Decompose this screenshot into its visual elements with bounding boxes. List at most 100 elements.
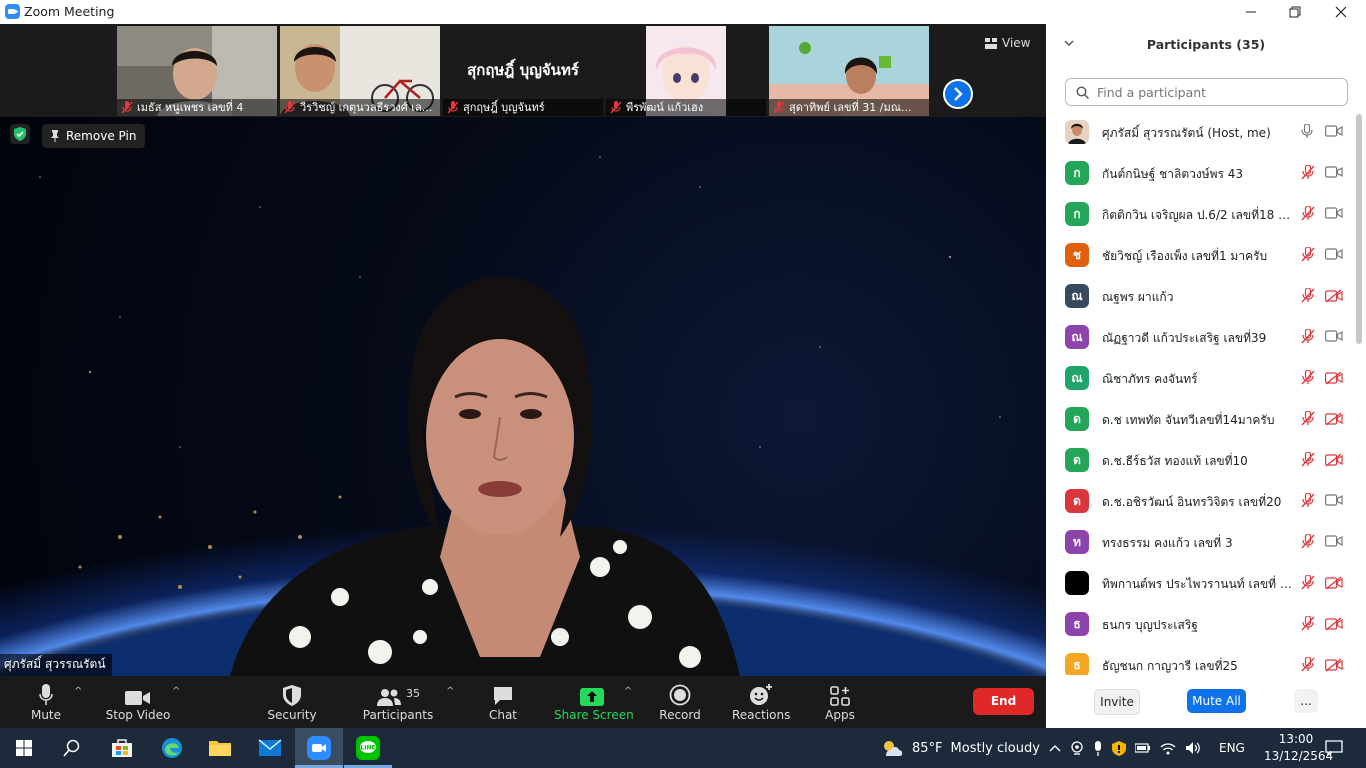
participant-row[interactable]: ณ ณัฏฐาวดี แก้วประเสริฐ เลขที่39 xyxy=(1046,316,1356,357)
participant-mic-status[interactable] xyxy=(1301,493,1315,508)
view-button[interactable]: View xyxy=(985,36,1030,50)
encryption-shield[interactable] xyxy=(10,124,30,144)
next-page-button[interactable] xyxy=(943,79,973,109)
participant-search-input[interactable] xyxy=(1095,83,1339,101)
video-options-caret[interactable]: ^ xyxy=(172,686,180,697)
participant-mic-status[interactable] xyxy=(1301,247,1315,262)
input-language[interactable]: ENG xyxy=(1219,728,1245,768)
webcam-icon[interactable] xyxy=(1070,741,1084,755)
stop-video-button[interactable]: Stop Video xyxy=(104,676,172,728)
taskbar-edge[interactable] xyxy=(148,728,196,768)
minimize-button[interactable] xyxy=(1228,0,1274,24)
participant-video-status[interactable] xyxy=(1325,535,1343,547)
participant-video-status[interactable] xyxy=(1325,125,1343,137)
taskbar-file-explorer[interactable] xyxy=(196,728,244,768)
participant-mic-status[interactable] xyxy=(1301,411,1315,426)
taskbar-clock[interactable]: 13:00 13/12/2564 xyxy=(1264,731,1333,765)
restore-button[interactable] xyxy=(1272,0,1318,24)
participant-row[interactable]: ณ ณฐพร ผาแก้ว xyxy=(1046,275,1356,316)
security-button[interactable]: Security xyxy=(262,676,322,728)
tile-display-name: สุกฤษฎิ์ บุญจันทร์ xyxy=(467,61,579,79)
participant-row[interactable]: ด ด.ช.อชิรวัฒน์ อินทรวิจิตร เลขที่20 xyxy=(1046,480,1356,521)
participant-row[interactable]: ณ ณิชาภัทร คงจันทร์ xyxy=(1046,357,1356,398)
participant-row[interactable]: ช ชัยวิชญ์ เรืองเพ็ง เลขที่1 มาครับ xyxy=(1046,234,1356,275)
participant-video-status[interactable] xyxy=(1325,207,1343,219)
participant-video-status[interactable] xyxy=(1325,658,1343,672)
tile-name: สุดาทิพย์ เลขที่ 31 /มณ... xyxy=(769,99,929,116)
taskbar-line[interactable]: LINE xyxy=(344,728,392,768)
participant-video-status[interactable] xyxy=(1325,412,1343,426)
record-button[interactable]: Record xyxy=(658,676,702,728)
share-options-caret[interactable]: ^ xyxy=(624,686,632,697)
participant-video-status[interactable] xyxy=(1325,453,1343,467)
participant-mic-status[interactable] xyxy=(1301,288,1315,303)
participant-video-status[interactable] xyxy=(1325,289,1343,303)
participant-mic-status[interactable] xyxy=(1301,452,1315,467)
participant-video-status[interactable] xyxy=(1325,494,1343,506)
participants-button[interactable]: 35 Participants xyxy=(362,676,434,728)
participant-row[interactable]: ด ด.ช เทพทัต จันทวีเลขที่14มาครับ xyxy=(1046,398,1356,439)
participant-mic-status[interactable] xyxy=(1301,534,1315,549)
participant-video-status[interactable] xyxy=(1325,617,1343,631)
notifications-button[interactable] xyxy=(1325,728,1343,768)
taskbar-zoom[interactable] xyxy=(295,728,343,768)
security-alert-icon[interactable] xyxy=(1112,740,1126,756)
gallery-tile[interactable]: สุกฤษฎิ์ บุญจันทร์ สุกฤษฎิ์ บุญจันทร์ xyxy=(443,26,603,116)
wifi-icon[interactable] xyxy=(1160,742,1176,755)
participant-row[interactable]: ทิพกานต์พร ประไพวรานนท์ เลขที่ 30... xyxy=(1046,562,1356,603)
invite-button[interactable]: Invite xyxy=(1094,689,1140,715)
gallery-tile[interactable]: พีรพัฒน์ แก้วเฮง xyxy=(606,26,766,116)
participant-row[interactable]: ธ ธนกร บุญประเสริฐ xyxy=(1046,603,1356,644)
start-button[interactable] xyxy=(0,728,48,768)
participant-mic-status[interactable] xyxy=(1301,657,1315,672)
microphone-icon[interactable] xyxy=(1093,740,1103,756)
apps-button[interactable]: Apps xyxy=(820,676,860,728)
participant-video-status[interactable] xyxy=(1325,330,1343,342)
gallery-tile[interactable]: สุดาทิพย์ เลขที่ 31 /มณ... xyxy=(769,26,929,116)
participants-options-caret[interactable]: ^ xyxy=(446,686,454,697)
remove-pin-button[interactable]: Remove Pin xyxy=(42,124,146,148)
participant-video-status[interactable] xyxy=(1325,371,1343,385)
participant-mic-status[interactable] xyxy=(1301,370,1315,385)
taskbar-store[interactable] xyxy=(98,728,146,768)
participant-row[interactable]: ศุภรัสมิ์ สุวรรณรัตน์ (Host, me) xyxy=(1046,111,1356,152)
taskbar-mail[interactable] xyxy=(246,728,294,768)
gallery-tile[interactable]: วีรวิชญ์ เกตุนวลธีรวงศ์ เล... xyxy=(280,26,440,116)
participant-mic-status[interactable] xyxy=(1301,329,1315,344)
muted-mic-icon xyxy=(1301,206,1315,221)
chevron-up-icon[interactable] xyxy=(1049,744,1061,752)
audio-options-caret[interactable]: ^ xyxy=(74,686,82,697)
gallery-tile[interactable]: เมธัส หนูเพชร เลขที่ 4 xyxy=(117,26,277,116)
taskbar-search-button[interactable] xyxy=(48,728,96,768)
participant-row[interactable]: ด ด.ช.ธีร์ธวัส ทองแท้ เลขที่10 xyxy=(1046,439,1356,480)
reactions-icon xyxy=(750,684,772,705)
participant-mic-status[interactable] xyxy=(1301,206,1315,221)
participant-mic-status[interactable] xyxy=(1301,575,1315,590)
participant-mic-status[interactable] xyxy=(1301,616,1315,631)
weather-widget[interactable]: 85°F Mostly cloudy xyxy=(880,728,1040,768)
participant-mic-status[interactable] xyxy=(1301,124,1313,138)
participant-row[interactable]: ท ทรงธรรม คงแก้ว เลขที่ 3 xyxy=(1046,521,1356,562)
chat-button[interactable]: Chat xyxy=(482,676,524,728)
security-label: Security xyxy=(267,708,317,722)
participant-row[interactable]: ธ ธัญชนก กาญวารี เลขที่25 xyxy=(1046,644,1356,675)
participant-video-status[interactable] xyxy=(1325,248,1343,260)
participant-video-status[interactable] xyxy=(1325,576,1343,590)
reactions-button[interactable]: Reactions xyxy=(732,676,790,728)
participant-mic-status[interactable] xyxy=(1301,165,1315,180)
end-meeting-button[interactable]: End xyxy=(973,688,1034,715)
gallery-strip: เมธัส หนูเพชร เลขที่ 4 วีรวิชญ์ เกตุนวลธี… xyxy=(0,24,1046,117)
participant-video-status[interactable] xyxy=(1325,166,1343,178)
participant-row[interactable]: ก กิตติกวิน เจริญผล ป.6/2 เลขที่18 โก... xyxy=(1046,193,1356,234)
volume-icon[interactable] xyxy=(1185,741,1201,755)
mute-button[interactable]: Mute xyxy=(20,676,72,728)
close-button[interactable] xyxy=(1318,0,1364,24)
participant-row[interactable]: ก กันต์กนิษฐ์ ชาลิตวงษ์พร 43 xyxy=(1046,152,1356,193)
mute-all-button[interactable]: Mute All xyxy=(1187,689,1246,713)
share-screen-button[interactable]: Share Screen xyxy=(554,676,634,728)
more-options-button[interactable]: ... xyxy=(1294,689,1318,713)
battery-icon[interactable] xyxy=(1135,743,1151,753)
avatar: ก xyxy=(1065,161,1089,185)
participant-search[interactable] xyxy=(1065,78,1348,106)
participants-scrollbar[interactable] xyxy=(1356,114,1362,344)
